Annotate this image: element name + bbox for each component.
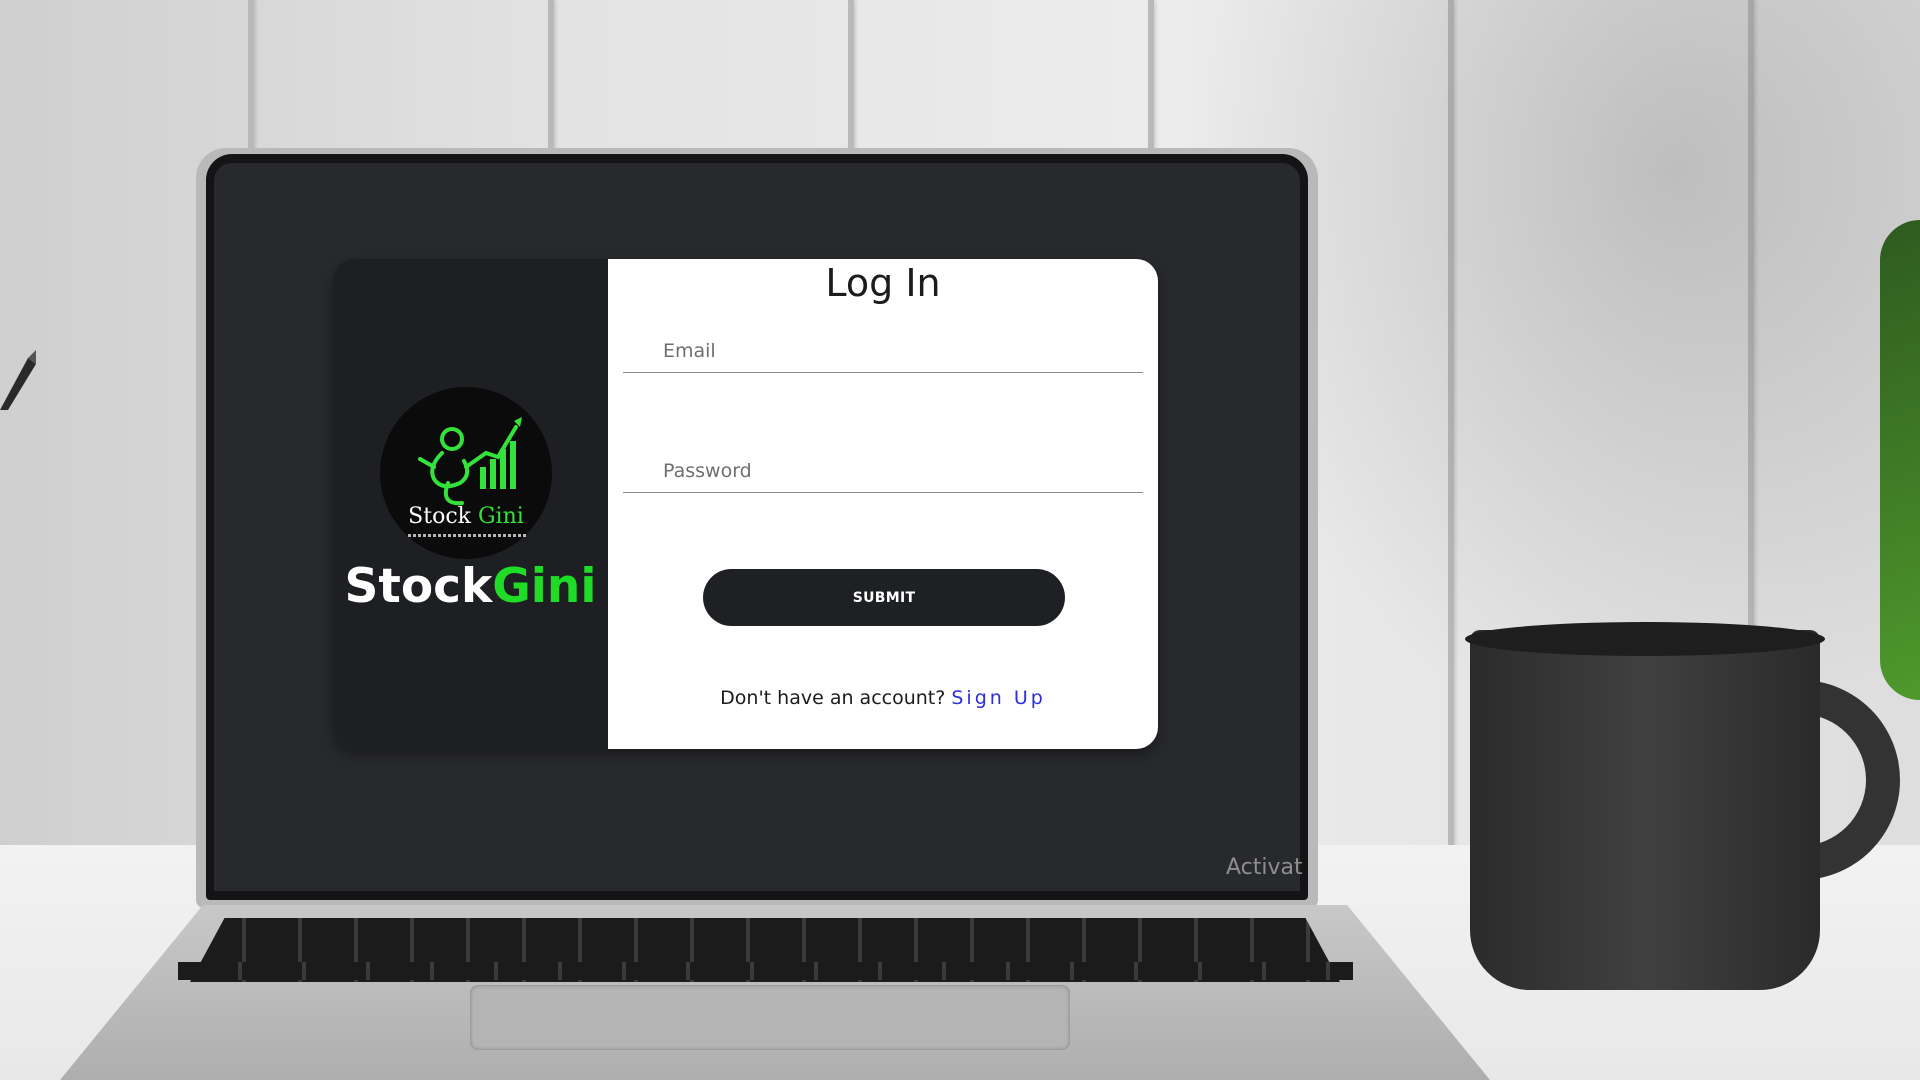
keyboard-keys-row [178, 962, 1353, 980]
brand-name-stock: Stock [344, 559, 493, 614]
pencil-icon [0, 350, 36, 410]
brand-panel: Stock Gini StockGini [333, 259, 608, 749]
email-field[interactable] [623, 329, 1143, 373]
logo-word-gini: Gini [477, 504, 524, 529]
password-field[interactable] [623, 449, 1143, 493]
login-form: Log In SUBMIT Don't have an account? Sig… [608, 259, 1158, 749]
plant-leaf [1880, 220, 1920, 700]
logo-word-stock: Stock [408, 504, 471, 529]
logo-wordmark: Stock Gini [380, 504, 552, 529]
trackpad [470, 985, 1070, 1050]
submit-button[interactable]: SUBMIT [703, 569, 1065, 626]
login-card: Stock Gini StockGini Log In SUBMIT Don't… [333, 259, 1158, 749]
signup-link[interactable]: Sign Up [951, 687, 1045, 709]
signup-prompt-line: Don't have an account? Sign Up [608, 687, 1158, 709]
page-title: Log In [825, 261, 941, 305]
brand-name-gini: Gini [492, 559, 597, 614]
mug-rim [1465, 622, 1825, 656]
coffee-mug [1470, 630, 1820, 990]
signup-prompt-text: Don't have an account? [720, 687, 946, 709]
stockgini-logo: Stock Gini [380, 387, 552, 559]
logo-tagline-decoration [408, 534, 526, 537]
activate-windows-watermark: Activat [1226, 855, 1303, 880]
brand-name: StockGini [333, 559, 608, 614]
